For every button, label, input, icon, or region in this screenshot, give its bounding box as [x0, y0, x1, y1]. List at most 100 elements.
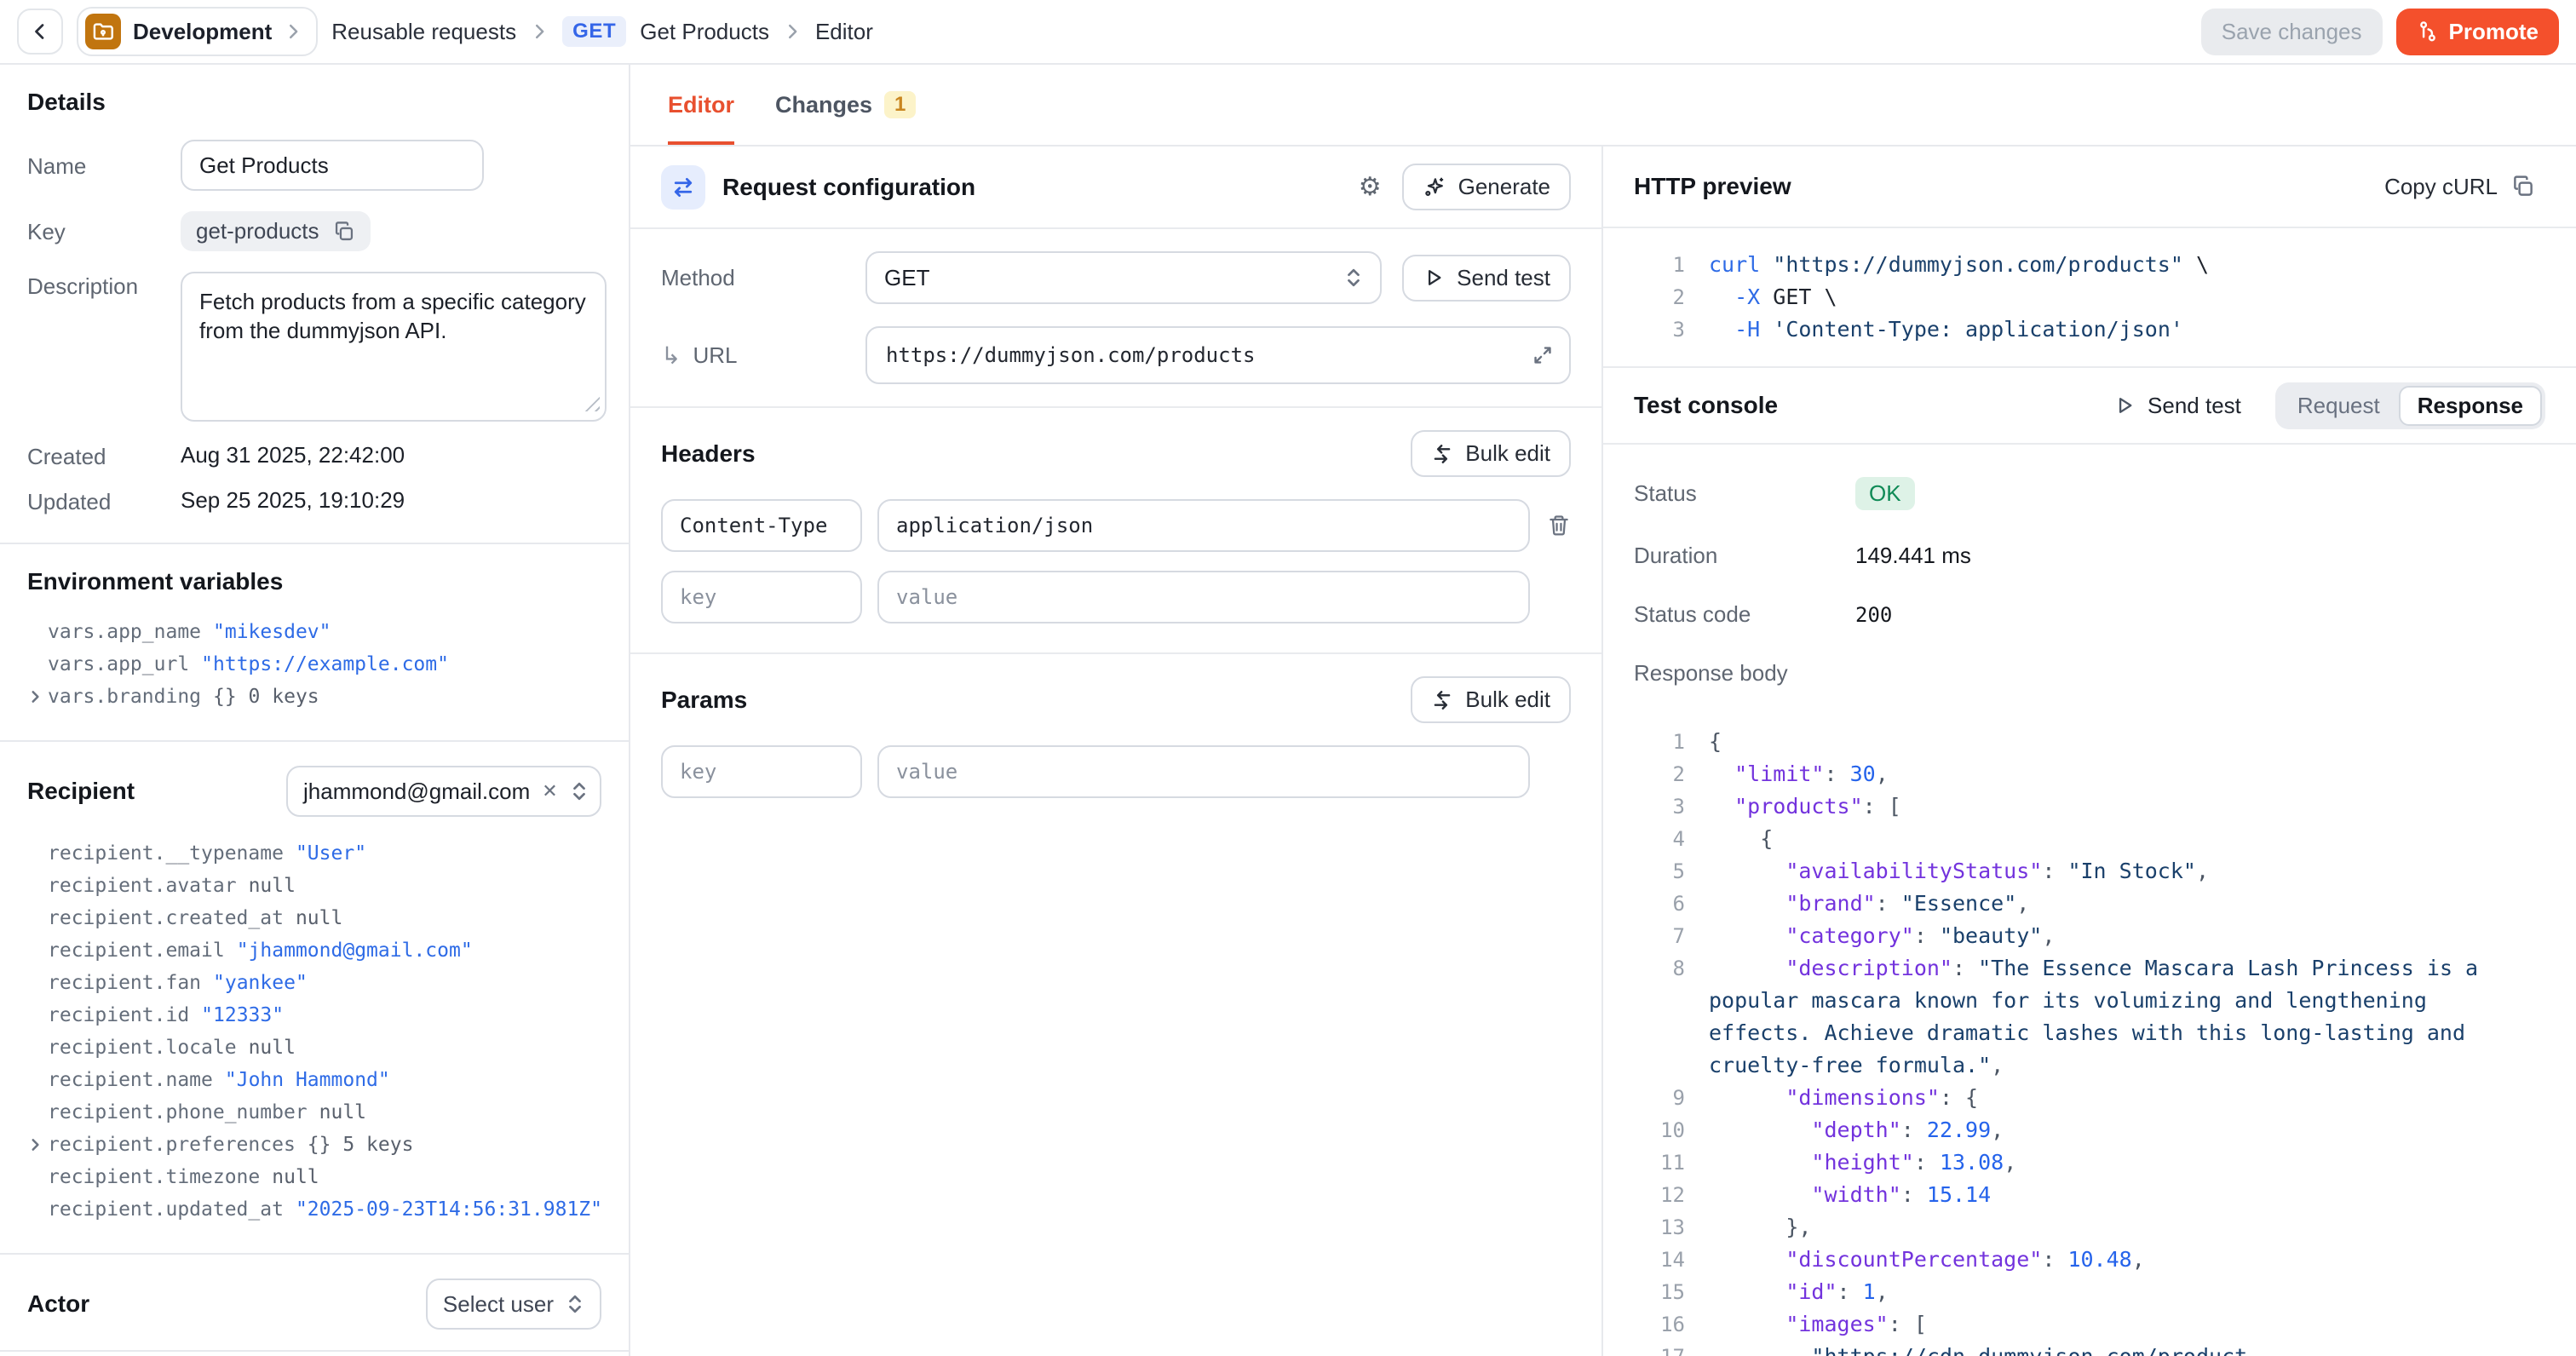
code-line: 5 "availabilityStatus": "In Stock",	[1641, 855, 2552, 888]
settings-gear-icon[interactable]: ⚙	[1355, 169, 1385, 205]
headers-title: Headers	[661, 440, 756, 468]
code-line: 2 -X GET \	[1641, 281, 2552, 313]
expand-icon[interactable]	[1532, 344, 1554, 366]
description-label: Description	[27, 272, 181, 300]
actor-select[interactable]: Select user	[426, 1278, 601, 1330]
header-key-input[interactable]	[661, 499, 862, 552]
line-number: 1	[1641, 249, 1685, 281]
breadcrumb: Development Reusable requests GET Get Pr…	[17, 7, 873, 56]
url-input[interactable]	[865, 326, 1571, 384]
code-line: 9 "dimensions": {	[1641, 1082, 2552, 1114]
tree-row[interactable]: recipient.avatarnull	[48, 870, 601, 902]
chevron-right-icon	[530, 22, 549, 41]
code-line: 11 "height": 13.08,	[1641, 1146, 2552, 1179]
console-send-test-button[interactable]: Send test	[2103, 391, 2251, 421]
duration-label: Duration	[1634, 543, 1855, 569]
generate-button[interactable]: Generate	[1402, 164, 1571, 210]
created-row: Created Aug 31 2025, 22:42:00	[27, 442, 601, 470]
tree-row[interactable]: recipient.updated_at"2025-09-23T14:56:31…	[48, 1193, 601, 1226]
send-test-button[interactable]: Send test	[1402, 255, 1571, 302]
recipient-tree: recipient.__typename"User" recipient.ava…	[48, 837, 601, 1226]
recipient-section: Recipient jhammond@gmail.com ✕ recipient…	[0, 740, 629, 1253]
toggle-request[interactable]: Request	[2279, 386, 2399, 426]
code-text: "https://cdn.dummyjson.com/product-image…	[1709, 1341, 2499, 1356]
copy-curl-button[interactable]: Copy cURL	[2374, 172, 2545, 202]
recipient-select[interactable]: jhammond@gmail.com ✕	[286, 766, 601, 817]
save-changes-button[interactable]: Save changes	[2201, 9, 2383, 55]
header-value-input[interactable]	[877, 499, 1530, 552]
code-line: 15 "id": 1,	[1641, 1276, 2552, 1308]
name-label: Name	[27, 152, 181, 180]
code-text: "availabilityStatus": "In Stock",	[1709, 855, 2209, 888]
chevron-right-icon[interactable]	[27, 1137, 43, 1152]
tree-value: "2025-09-23T14:56:31.981Z"	[296, 1198, 602, 1221]
tree-row[interactable]: recipient.phone_numbernull	[48, 1096, 601, 1129]
header-value-input[interactable]	[877, 571, 1530, 623]
params-bulk-edit-button[interactable]: Bulk edit	[1411, 676, 1571, 723]
toggle-response[interactable]: Response	[2399, 386, 2542, 426]
tree-key: recipient.name	[48, 1069, 213, 1091]
key-pill: get-products	[181, 211, 371, 251]
tree-key: recipient.avatar	[48, 875, 237, 897]
tree-value: "yankee"	[213, 972, 308, 994]
line-number: 6	[1641, 888, 1685, 920]
trash-icon[interactable]	[1547, 514, 1571, 537]
tab-changes[interactable]: Changes 1	[775, 65, 916, 145]
line-number: 4	[1641, 823, 1685, 855]
key-label: Key	[27, 217, 181, 245]
breadcrumb-requests[interactable]: Reusable requests	[331, 19, 516, 45]
tree-row[interactable]: vars.app_url"https://example.com"	[48, 648, 601, 681]
name-row: Name	[27, 140, 601, 191]
tree-row[interactable]: recipient.preferences{} 5 keys	[48, 1129, 601, 1161]
code-text: "depth": 22.99,	[1709, 1114, 2004, 1146]
line-number: 2	[1641, 758, 1685, 790]
tree-key: recipient.phone_number	[48, 1101, 308, 1123]
environment-variables-section: Environment variables vars.app_name"mike…	[0, 543, 629, 740]
line-number: 8	[1641, 952, 1685, 1082]
breadcrumb-request-name[interactable]: Get Products	[640, 19, 769, 45]
name-input[interactable]	[181, 140, 484, 191]
tree-row[interactable]: recipient.email"jhammond@gmail.com"	[48, 934, 601, 967]
clear-icon[interactable]: ✕	[542, 780, 557, 802]
tree-row[interactable]: recipient.timezonenull	[48, 1161, 601, 1193]
url-label: URL	[693, 342, 737, 369]
tree-value: null	[296, 907, 342, 929]
tree-row[interactable]: vars.branding{} 0 keys	[48, 681, 601, 713]
headers-bulk-edit-button[interactable]: Bulk edit	[1411, 430, 1571, 477]
line-number: 3	[1641, 790, 1685, 823]
code-line: 17 "https://cdn.dummyjson.com/product-im…	[1641, 1341, 2552, 1356]
tree-row[interactable]: recipient.created_atnull	[48, 902, 601, 934]
copy-icon[interactable]	[333, 221, 355, 243]
tree-row[interactable]: recipient.__typename"User"	[48, 837, 601, 870]
tree-row[interactable]: recipient.localenull	[48, 1031, 601, 1064]
chevron-right-icon[interactable]	[27, 689, 43, 704]
tree-row[interactable]: recipient.fan "yankee"	[48, 967, 601, 999]
created-value: Aug 31 2025, 22:42:00	[181, 442, 405, 470]
code-text: },	[1709, 1211, 1811, 1244]
param-value-input[interactable]	[877, 745, 1530, 798]
line-number: 7	[1641, 920, 1685, 952]
tree-key: recipient.fan	[48, 972, 201, 994]
chevron-updown-icon	[570, 780, 589, 802]
code-text: "products": [	[1709, 790, 1901, 823]
method-select[interactable]: GET	[865, 251, 1382, 304]
promote-button[interactable]: Promote	[2396, 9, 2559, 55]
project-switcher[interactable]: Development	[77, 7, 318, 56]
tree-row[interactable]: recipient.name"John Hammond"	[48, 1064, 601, 1096]
description-textarea[interactable]: Fetch products from a specific category …	[181, 272, 607, 422]
line-number: 10	[1641, 1114, 1685, 1146]
tab-editor[interactable]: Editor	[668, 65, 734, 145]
status-row: Status OK	[1603, 477, 2576, 510]
env-heading: Environment variables	[27, 568, 601, 595]
back-button[interactable]	[17, 9, 63, 55]
tree-row[interactable]: vars.app_name"mikesdev"	[48, 616, 601, 648]
response-body-code-block: 1 { 2 "limit": 30, 3 "products": [	[1603, 719, 2576, 1356]
target-section: Target Select tenant	[0, 1350, 629, 1356]
code-text: "discountPercentage": 10.48,	[1709, 1244, 2145, 1276]
param-key-input[interactable]	[661, 745, 862, 798]
tree-row[interactable]: recipient.id"12333"	[48, 999, 601, 1031]
header-key-input[interactable]	[661, 571, 862, 623]
folder-icon	[85, 14, 121, 49]
duration-row: Duration 149.441 ms	[1603, 543, 2576, 569]
code-text: "id": 1,	[1709, 1276, 1889, 1308]
